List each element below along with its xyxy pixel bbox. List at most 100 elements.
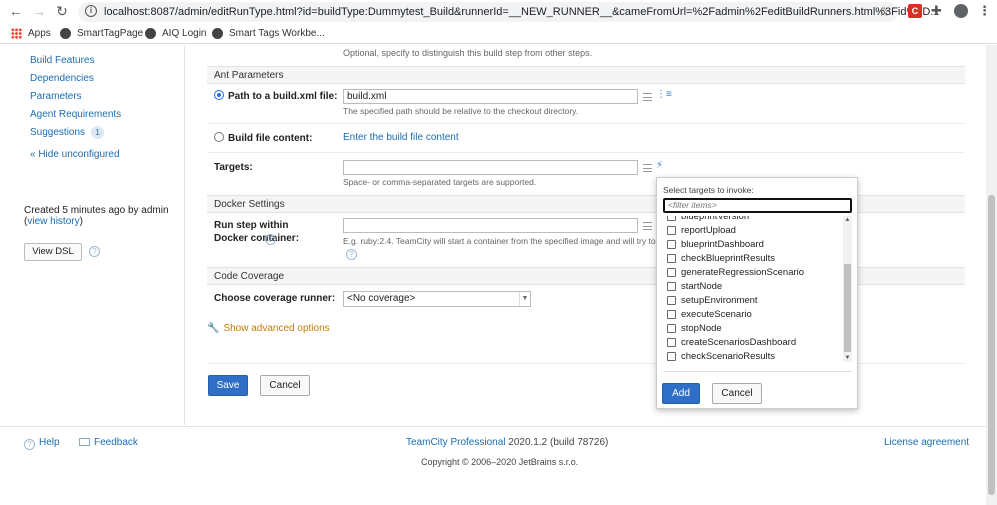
bookmark-aiq-login[interactable]: AIQ Login <box>145 28 206 39</box>
list-item[interactable]: stopNode <box>667 321 722 335</box>
add-targets-button[interactable]: Add <box>662 383 700 404</box>
list-item[interactable]: generateRegressionScenario <box>667 265 804 279</box>
target-checkbox[interactable] <box>667 239 676 249</box>
section-ant-parameters: Ant Parameters <box>207 66 965 84</box>
page-scrollbar[interactable] <box>986 45 997 505</box>
list-icon[interactable] <box>643 164 652 172</box>
coverage-runner-label: Choose coverage runner: <box>214 293 336 304</box>
view-history-link[interactable]: view history <box>27 216 79 227</box>
list-icon[interactable] <box>643 222 652 230</box>
feedback-link[interactable]: Feedback <box>79 437 138 448</box>
target-checkbox[interactable] <box>667 295 676 305</box>
target-checkbox[interactable] <box>667 216 676 221</box>
browser-menu-icon[interactable]: ⋮ <box>978 4 992 18</box>
list-item[interactable]: setupEnvironment <box>667 293 758 307</box>
target-checkbox[interactable] <box>667 351 676 361</box>
target-checkbox[interactable] <box>667 253 676 263</box>
coverage-runner-select[interactable]: <No coverage> ▼ <box>343 291 531 307</box>
suggestions-count-badge: 1 <box>91 126 105 139</box>
product-link[interactable]: TeamCity Professional <box>406 437 505 448</box>
filter-items-input[interactable]: <filter items> <box>663 198 852 213</box>
forward-arrow-icon[interactable]: → <box>31 3 47 19</box>
row-divider <box>207 152 965 153</box>
apps-grid-icon <box>11 28 22 39</box>
extensions-puzzle-icon[interactable]: ✚ <box>931 4 945 18</box>
list-item[interactable]: checkBlueprintResults <box>667 251 775 265</box>
sidebar-item-agent-requirements[interactable]: Agent Requirements <box>30 109 121 120</box>
target-checkbox[interactable] <box>667 281 676 291</box>
question-help-icon[interactable]: ? <box>346 249 357 260</box>
target-checkbox[interactable] <box>667 323 676 333</box>
docker-image-input[interactable] <box>343 218 638 233</box>
select-targets-popup: Select targets to invoke: <filter items>… <box>656 177 858 409</box>
bookmarks-bar: Apps SmartTagPage AIQ Login Smart Tags W… <box>0 24 997 44</box>
magic-wand-icon[interactable]: ⚡ <box>656 160 663 171</box>
targets-input[interactable] <box>343 160 638 175</box>
popup-cancel-button[interactable]: Cancel <box>712 383 762 404</box>
question-help-icon[interactable]: ? <box>265 234 276 245</box>
wrench-icon: 🔧 <box>207 323 220 334</box>
back-arrow-icon[interactable]: ← <box>8 3 24 19</box>
scroll-up-arrow-icon[interactable]: ▲ <box>843 217 852 223</box>
left-sidebar: Build Features Dependencies Parameters A… <box>0 45 185 425</box>
target-checkbox[interactable] <box>667 225 676 235</box>
globe-icon <box>145 28 156 39</box>
build-file-content-label: Build file content: <box>214 132 312 145</box>
target-checkbox[interactable] <box>667 267 676 277</box>
scrollbar-thumb[interactable] <box>844 264 851 352</box>
path-to-build-file-radio[interactable] <box>214 90 224 100</box>
license-agreement-link[interactable]: License agreement <box>884 437 969 448</box>
list-item[interactable]: blueprintDashboard <box>667 237 764 251</box>
site-info-icon[interactable]: i <box>85 5 97 17</box>
view-dsl-button[interactable]: View DSL <box>24 243 82 261</box>
list-item[interactable]: blueprintVersion <box>667 216 749 223</box>
bookmark-smart-tags-workbench[interactable]: Smart Tags Workbe... <box>212 28 325 39</box>
target-checkbox[interactable] <box>667 309 676 319</box>
page-footer: ? Help Feedback TeamCity Professional 202… <box>0 426 997 505</box>
list-item[interactable]: reportUpload <box>667 223 736 237</box>
show-advanced-options-link[interactable]: 🔧 Show advanced options <box>207 323 330 334</box>
target-checkbox[interactable] <box>667 337 676 347</box>
url-text[interactable]: localhost:8087/admin/editRunType.html?id… <box>104 6 939 18</box>
enter-build-file-content-link[interactable]: Enter the build file content <box>343 132 459 143</box>
bookmark-star-icon[interactable]: ☆ <box>878 4 890 20</box>
hide-unconfigured-link[interactable]: « Hide unconfigured <box>30 149 120 160</box>
list-item[interactable]: checkScenarioResults <box>667 349 775 362</box>
chevron-down-icon: ▼ <box>519 292 530 306</box>
save-button[interactable]: Save <box>208 375 248 396</box>
bookmark-smarttagpage[interactable]: SmartTagPage <box>60 28 143 39</box>
targets-hint: Space- or comma-separated targets are su… <box>343 177 537 187</box>
extension-red-icon[interactable]: C <box>908 4 922 18</box>
list-item[interactable]: createScenariosDashboard <box>667 335 796 349</box>
created-info: Created 5 minutes ago by admin (view his… <box>24 205 169 227</box>
bookmark-apps[interactable]: Apps <box>11 28 51 39</box>
question-help-icon: ? <box>24 439 35 450</box>
help-link[interactable]: ? Help <box>24 437 60 450</box>
address-bar[interactable]: i localhost:8087/admin/editRunType.html?… <box>78 2 939 22</box>
list-icon[interactable] <box>643 93 652 101</box>
targets-list: blueprintVersion reportUpload blueprintD… <box>663 216 852 362</box>
sidebar-item-parameters[interactable]: Parameters <box>30 91 82 102</box>
list-scrollbar[interactable]: ▲ ▼ <box>843 216 852 362</box>
profile-avatar-icon[interactable] <box>954 4 968 18</box>
build-file-path-input[interactable]: build.xml <box>343 89 638 104</box>
reload-icon[interactable]: ↻ <box>54 3 70 19</box>
file-tree-icon[interactable]: ⋮≡ <box>656 89 672 100</box>
page-scrollbar-thumb[interactable] <box>988 195 995 495</box>
sidebar-item-dependencies[interactable]: Dependencies <box>30 73 94 84</box>
scroll-down-arrow-icon[interactable]: ▼ <box>843 355 852 361</box>
list-item[interactable]: startNode <box>667 279 722 293</box>
sidebar-item-build-features[interactable]: Build Features <box>30 55 94 66</box>
copyright-text: Copyright © 2006–2020 JetBrains s.r.o. <box>421 457 579 467</box>
targets-label: Targets: <box>214 162 253 173</box>
globe-icon <box>60 28 71 39</box>
question-help-icon[interactable]: ? <box>89 246 100 257</box>
path-to-build-file-label: Path to a build.xml file: <box>214 90 338 103</box>
build-file-content-radio[interactable] <box>214 132 224 142</box>
popup-divider <box>663 371 852 372</box>
list-item[interactable]: executeScenario <box>667 307 752 321</box>
sidebar-item-suggestions[interactable]: Suggestions 1 <box>30 126 105 139</box>
row-divider <box>207 123 965 124</box>
cancel-button[interactable]: Cancel <box>260 375 310 396</box>
step-name-hint: Optional, specify to distinguish this bu… <box>343 48 593 58</box>
